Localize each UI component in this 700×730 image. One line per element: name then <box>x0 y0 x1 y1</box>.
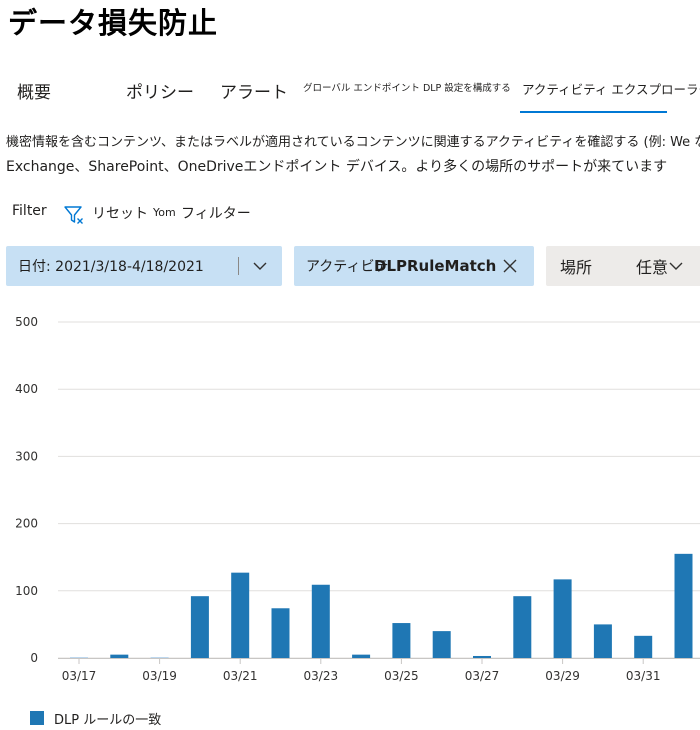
activity-filter-value: DLPRuleMatch <box>374 257 497 275</box>
chevron-down-icon[interactable] <box>252 258 268 274</box>
location-filter-label: 場所 <box>560 258 593 277</box>
tab-overview[interactable]: 概要 <box>17 78 51 103</box>
date-filter-chip[interactable]: 日付: 2021/3/18-4/18/2021 <box>6 246 282 286</box>
bar <box>190 596 209 658</box>
legend-swatch <box>30 711 44 725</box>
description-line-2: Exchange、SharePoint、OneDriveエンドポイント デバイス… <box>6 159 668 175</box>
chart-legend: DLP ルールの一致 <box>30 708 161 728</box>
filter-label: Filter <box>12 203 47 219</box>
bar <box>392 623 411 658</box>
bar <box>271 608 290 658</box>
bar <box>432 631 451 658</box>
bar <box>593 624 612 658</box>
tab-activity-explorer[interactable]: アクティビティ エクスプローラー <box>522 79 700 98</box>
legend-label: DLP ルールの一致 <box>54 712 162 728</box>
x-tick-label: 03/31 <box>626 669 661 683</box>
tab-endpoint-dlp-settings[interactable]: グローバル エンドポイント DLP 設定を構成する <box>303 80 511 94</box>
active-tab-indicator <box>520 111 667 113</box>
filter-toolbar: Filter リセット Yom フィルター <box>0 198 700 228</box>
date-filter-label: 日付: 2021/3/18-4/18/2021 <box>18 259 204 275</box>
bar <box>352 654 371 658</box>
location-filter-chip[interactable]: 場所 任意 <box>546 246 700 286</box>
bar <box>110 654 129 658</box>
bar <box>311 584 330 658</box>
tab-policies[interactable]: ポリシー <box>126 78 194 103</box>
x-tick-label: 03/17 <box>62 669 97 683</box>
x-tick-label: 03/29 <box>545 669 580 683</box>
location-filter-value: 任意 <box>636 258 669 277</box>
reset-button[interactable]: リセット <box>92 203 148 223</box>
y-tick-label: 300 <box>15 449 38 463</box>
page-title: データ損失防止 <box>8 6 219 40</box>
filter-button[interactable]: フィルター <box>181 203 251 223</box>
bar <box>674 553 693 658</box>
bar <box>513 596 532 658</box>
close-icon[interactable] <box>502 258 518 274</box>
x-tick-label: 03/19 <box>142 669 177 683</box>
y-tick-label: 200 <box>15 517 38 531</box>
yom-label: Yom <box>153 206 176 219</box>
bar <box>473 655 491 658</box>
x-tick-label: 03/21 <box>223 669 258 683</box>
bar <box>553 579 572 658</box>
y-tick-label: 500 <box>15 315 38 329</box>
page-description: 機密情報を含むコンテンツ、またはラベルが適用されているコンテンツに関連するアクテ… <box>6 131 700 179</box>
bar <box>634 635 653 658</box>
tab-alerts[interactable]: アラート <box>220 78 288 103</box>
filter-reset-icon[interactable] <box>63 204 85 226</box>
x-tick-label: 03/25 <box>384 669 419 683</box>
x-tick-label: 03/27 <box>465 669 500 683</box>
y-tick-label: 400 <box>15 382 38 396</box>
description-line-1: 機密情報を含むコンテンツ、またはラベルが適用されているコンテンツに関連するアクテ… <box>6 135 700 150</box>
activity-filter-chip[interactable]: アクティビテ DLPRuleMatch <box>294 246 534 286</box>
y-tick-label: 0 <box>30 651 38 665</box>
y-tick-label: 100 <box>15 584 38 598</box>
x-tick-label: 03/23 <box>304 669 339 683</box>
chip-separator <box>238 257 239 275</box>
activity-bar-chart: 500 400 300 200 100 0 03/17 03/19 03/21 03/23 03/2… <box>15 315 700 683</box>
tab-bar: 概要 ポリシー アラート グローバル エンドポイント DLP 設定を構成する ア… <box>0 70 700 116</box>
chevron-down-icon[interactable] <box>668 258 684 274</box>
bar <box>231 572 250 658</box>
